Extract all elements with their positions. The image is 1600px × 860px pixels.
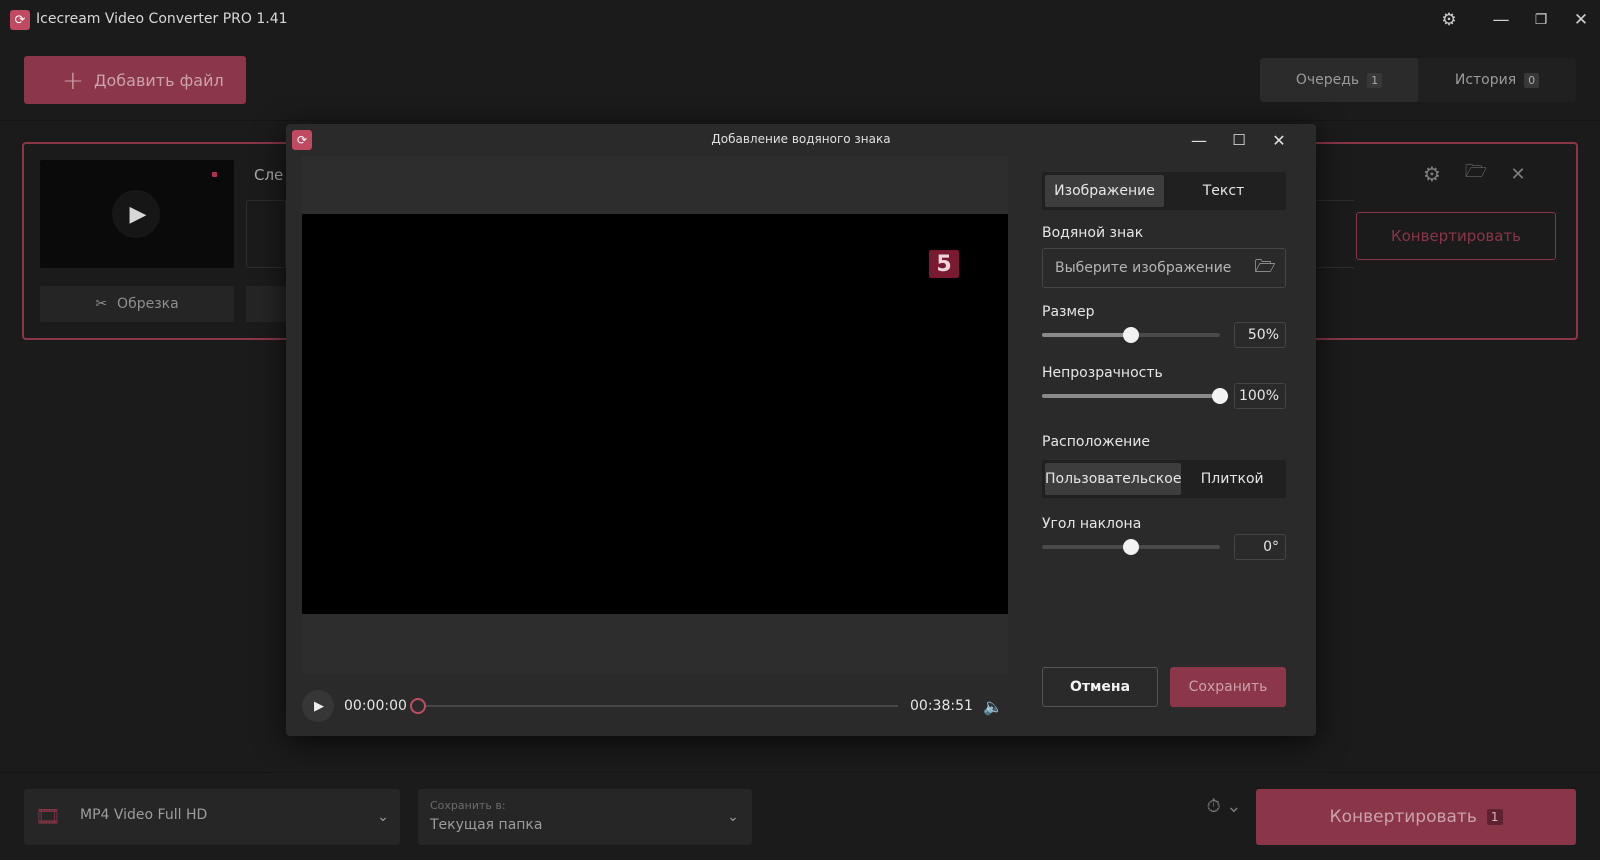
tab-tiled-position[interactable]: Плиткой (1181, 463, 1283, 495)
angle-slider-knob[interactable] (1123, 539, 1139, 555)
opacity-slider-knob[interactable] (1212, 388, 1228, 404)
scissors-icon: ✂ (95, 296, 108, 312)
tab-image[interactable]: Изображение (1045, 175, 1164, 207)
watermark-overlay[interactable]: 5 (929, 250, 959, 278)
tab-custom-position[interactable]: Пользовательское (1045, 463, 1182, 495)
app-logo-icon: ⟳ (10, 10, 30, 30)
schedule-clock-icon[interactable]: ⏱ ⌄ (1200, 791, 1248, 821)
watermark-dot-icon (212, 172, 217, 177)
tab-queue-label: Очередь (1295, 72, 1360, 88)
close-button[interactable]: ✕ (1566, 6, 1596, 34)
watermark-dialog: ⟳ Добавление водяного знака — ☐ ✕ 5 ▶ 00… (286, 124, 1316, 736)
file-info-box (246, 200, 286, 268)
seek-track[interactable] (416, 705, 898, 707)
output-format-label: MP4 Video Full HD (80, 807, 208, 823)
minimize-button[interactable]: — (1486, 6, 1516, 34)
watermark-type-tabs: Изображение Текст (1042, 172, 1286, 210)
size-slider-knob[interactable] (1123, 327, 1139, 343)
restore-button[interactable]: ❐ (1526, 6, 1556, 34)
opacity-slider-fill (1042, 394, 1220, 398)
add-file-button[interactable]: + Добавить файл (24, 56, 246, 104)
trim-label: Обрезка (117, 296, 179, 312)
total-time: 00:38:51 (910, 698, 973, 714)
remove-file-close-icon[interactable]: ✕ (1504, 160, 1532, 188)
file-settings-gear-icon[interactable]: ⚙ (1418, 160, 1446, 188)
save-to-value: Текущая папка (430, 817, 543, 833)
dialog-maximize-button[interactable]: ☐ (1224, 126, 1254, 154)
file-convert-button[interactable]: Конвертировать (1356, 212, 1556, 260)
image-picker-field[interactable]: Выберите изображение 🗁 (1042, 248, 1286, 288)
dialog-minimize-button[interactable]: — (1184, 126, 1214, 154)
convert-label: Конвертировать (1329, 807, 1477, 827)
player-play-button[interactable]: ▶ (302, 690, 334, 722)
file-action-box[interactable] (246, 286, 286, 322)
dialog-close-button[interactable]: ✕ (1264, 126, 1294, 154)
opacity-slider[interactable] (1042, 388, 1228, 404)
save-button[interactable]: Сохранить (1170, 667, 1286, 707)
title-bar: ⟳ Icecream Video Converter PRO 1.41 ⚙ — … (0, 0, 1600, 40)
bottom-bar: 🎞 MP4 Video Full HD ⌄ Сохранить в: Текущ… (0, 772, 1600, 860)
volume-icon[interactable]: 🔈 (982, 694, 1004, 718)
tab-queue-count: 1 (1367, 72, 1383, 88)
tab-text[interactable]: Текст (1164, 175, 1283, 207)
video-thumbnail[interactable]: ▶ (40, 160, 234, 268)
save-to-caption: Сохранить в: (430, 799, 506, 812)
player-controls: ▶ 00:00:00 00:38:51 🔈 (302, 688, 1008, 724)
opacity-label: Непрозрачность (1042, 365, 1163, 381)
queue-history-tabs: Очередь 1 История 0 (1260, 58, 1576, 102)
settings-gear-icon[interactable]: ⚙ (1434, 6, 1464, 34)
trim-button[interactable]: ✂ Обрезка (40, 286, 234, 322)
opacity-value-field[interactable]: 100% (1234, 383, 1286, 409)
image-picker-placeholder: Выберите изображение (1055, 260, 1232, 276)
header-divider (0, 120, 1600, 121)
file-name-partial: Сле (254, 166, 284, 184)
current-time: 00:00:00 (344, 698, 407, 714)
save-chevron-down-icon: ⌄ (727, 809, 739, 825)
play-icon[interactable]: ▶ (112, 190, 160, 238)
watermark-label: Водяной знак (1042, 225, 1144, 241)
add-file-label: Добавить файл (94, 70, 224, 90)
app-title: Icecream Video Converter PRO 1.41 (36, 11, 288, 27)
size-value-field[interactable]: 50% (1234, 322, 1286, 348)
seek-knob[interactable] (410, 698, 426, 714)
tab-history-count: 0 (1524, 72, 1540, 88)
position-label: Расположение (1042, 434, 1151, 450)
angle-value-field[interactable]: 0° (1234, 534, 1286, 560)
size-slider[interactable] (1042, 327, 1220, 343)
convert-button[interactable]: Конвертировать 1 (1256, 789, 1576, 845)
output-format-dropdown[interactable]: 🎞 MP4 Video Full HD ⌄ (24, 789, 400, 845)
plus-icon: + (62, 66, 84, 96)
tab-history-label: История (1454, 72, 1517, 88)
video-format-icon: 🎞 (35, 804, 61, 828)
angle-slider[interactable] (1042, 539, 1220, 555)
format-chevron-down-icon: ⌄ (377, 809, 389, 825)
position-tabs: Пользовательское Плиткой (1042, 460, 1286, 498)
angle-label: Угол наклона (1042, 516, 1142, 532)
dialog-title-bar: ⟳ Добавление водяного знака — ☐ ✕ (286, 124, 1316, 156)
open-folder-icon[interactable]: 🗁 (1462, 160, 1490, 188)
size-slider-fill (1042, 333, 1131, 337)
browse-folder-icon[interactable]: 🗁 (1253, 257, 1277, 279)
video-frame: 5 (302, 214, 1008, 614)
convert-count-badge: 1 (1486, 809, 1503, 825)
size-label: Размер (1042, 304, 1095, 320)
dialog-title: Добавление водяного знака (711, 132, 891, 146)
tab-history[interactable]: История 0 (1418, 58, 1576, 102)
video-preview: 5 (302, 156, 1008, 674)
tab-queue[interactable]: Очередь 1 (1260, 58, 1418, 102)
save-location-dropdown[interactable]: Сохранить в: Текущая папка ⌄ (418, 789, 752, 845)
cancel-button[interactable]: Отмена (1042, 667, 1158, 707)
